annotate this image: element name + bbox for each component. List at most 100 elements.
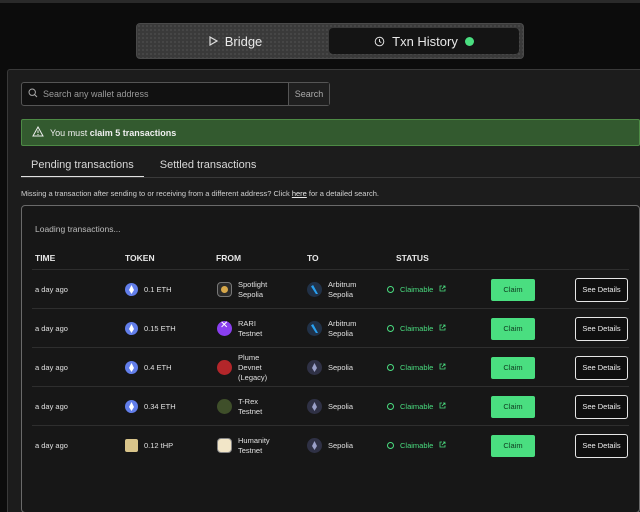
from-line1: T-Rex [238, 396, 259, 406]
search-button[interactable]: Search [288, 83, 329, 105]
from-line2: Testnet [238, 445, 263, 455]
search-input[interactable] [43, 89, 273, 99]
tab-txn-history[interactable]: Txn History [329, 28, 519, 54]
status-label: Claimable [400, 363, 434, 372]
to-network: Arbitrum Sepolia [328, 280, 356, 300]
row-details: See Details [575, 387, 628, 426]
from-line1: Plume [238, 352, 260, 362]
eth-icon [125, 283, 138, 296]
to-line1: Arbitrum [328, 279, 357, 289]
row-to: Sepolia [307, 426, 353, 465]
row-time: a day ago [35, 402, 68, 411]
claim-button[interactable]: Claim [491, 317, 535, 340]
row-status[interactable]: Claimable [387, 348, 446, 387]
external-link-icon [439, 402, 446, 411]
tab-bridge-label: Bridge [224, 33, 263, 49]
row-time: a day ago [35, 363, 68, 372]
hint-here-link[interactable]: here [292, 189, 307, 198]
row-status[interactable]: Claimable [387, 426, 446, 465]
row-from: Humanity Testnet [217, 426, 270, 465]
to-network: Sepolia [328, 363, 354, 372]
claim-button[interactable]: Claim [491, 434, 535, 457]
tab-settled-transactions[interactable]: Settled transactions [150, 159, 267, 177]
table-row: a day ago 0.12 tHP Humanity Testnet Sepol… [32, 425, 629, 464]
see-details-button[interactable]: See Details [575, 316, 628, 341]
claim-button[interactable]: Claim [491, 278, 535, 301]
table-row: a day ago 0.34 ETH T-Rex Testnet Sepolia … [32, 386, 629, 425]
table-row: a day ago 0.1 ETH Spotlight Sepolia Arbit… [32, 269, 629, 308]
history-icon [374, 36, 385, 47]
tab-bridge[interactable]: Bridge [145, 28, 325, 54]
row-status[interactable]: Claimable [387, 309, 446, 348]
to-line1: Arbitrum [328, 318, 357, 328]
header-from: FROM [216, 253, 242, 263]
see-details-button[interactable]: See Details [575, 277, 628, 302]
row-status[interactable]: Claimable [387, 270, 446, 309]
row-from: RARITestnet [217, 309, 262, 348]
from-line2: Testnet [238, 406, 263, 416]
window-top-edge [0, 0, 640, 3]
eth-icon [125, 322, 138, 335]
row-token: 0.1 ETH [125, 270, 172, 309]
status-circle-icon [387, 403, 394, 410]
row-time: a day ago [35, 324, 68, 333]
see-details-button[interactable]: See Details [575, 355, 628, 380]
header-token: TOKEN [125, 253, 155, 263]
from-network: Plume Devnet (Legacy) [238, 353, 267, 383]
status-label: Claimable [400, 441, 434, 450]
from-line1: Spotlight [238, 279, 268, 289]
row-details: See Details [575, 348, 628, 387]
subtab-divider [21, 177, 640, 178]
from-network: RARI Testnet [238, 319, 262, 339]
token-amount: 0.15 ETH [144, 324, 176, 333]
see-details-button[interactable]: See Details [575, 394, 628, 419]
from-line1: RARI [238, 318, 256, 328]
thp-token-icon [125, 439, 138, 452]
alert-prefix: You must [50, 127, 90, 138]
row-token: 0.15 ETH [125, 309, 176, 348]
status-label: Claimable [400, 402, 434, 411]
row-claim: Claim [491, 348, 535, 387]
tab-txn-history-label: Txn History [392, 33, 458, 49]
missing-transaction-hint: Missing a transaction after sending to o… [21, 189, 379, 198]
row-details: See Details [575, 426, 628, 465]
alert-bold: claim 5 transactions [89, 127, 177, 138]
notification-dot [464, 36, 474, 46]
status-circle-icon [387, 286, 394, 293]
row-to: Sepolia [307, 348, 353, 387]
to-line2: Sepolia [328, 289, 354, 299]
row-claim: Claim [491, 270, 535, 309]
tab-pending-transactions[interactable]: Pending transactions [21, 159, 144, 177]
claim-button[interactable]: Claim [491, 356, 535, 379]
external-link-icon [439, 363, 446, 372]
from-line2: Sepolia [238, 289, 264, 299]
row-time: a day ago [35, 441, 68, 450]
eth-icon [125, 361, 138, 374]
transaction-subtabs: Pending transactions Settled transaction… [21, 159, 266, 177]
claim-button[interactable]: Claim [491, 395, 535, 418]
status-circle-icon [387, 364, 394, 371]
arbitrum-icon [307, 321, 322, 336]
token-amount: 0.34 ETH [144, 402, 176, 411]
search-input-box [22, 83, 288, 105]
row-to: Arbitrum Sepolia [307, 270, 356, 309]
token-amount: 0.12 tHP [144, 441, 174, 450]
to-network: Sepolia [328, 402, 354, 411]
to-network: Arbitrum Sepolia [328, 319, 356, 339]
row-claim: Claim [491, 309, 535, 348]
row-status[interactable]: Claimable [387, 387, 446, 426]
from-network: T-Rex Testnet [238, 397, 262, 417]
token-amount: 0.4 ETH [144, 363, 172, 372]
status-label: Claimable [400, 324, 434, 333]
loading-text: Loading transactions... [35, 224, 121, 234]
row-to: Sepolia [307, 387, 353, 426]
to-network: Sepolia [328, 441, 354, 450]
trex-icon [217, 399, 232, 414]
plume-icon [217, 360, 232, 375]
alert-text: You must claim 5 transactions [50, 128, 176, 138]
row-time: a day ago [35, 285, 68, 294]
row-token: 0.4 ETH [125, 348, 172, 387]
transactions-table: Loading transactions... TIME TOKEN FROM … [21, 205, 640, 512]
warning-icon [32, 125, 44, 139]
see-details-button[interactable]: See Details [575, 433, 628, 458]
